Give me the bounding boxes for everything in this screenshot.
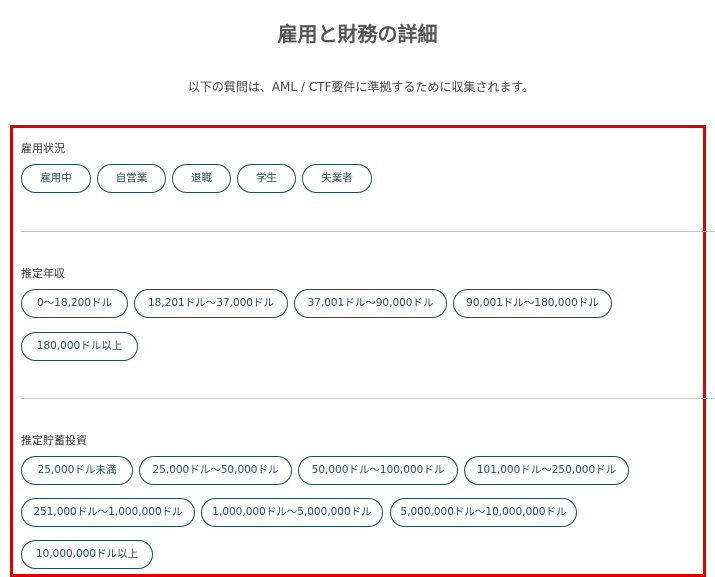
section-divider xyxy=(21,231,715,232)
savings-option-3[interactable]: 50,000ドル～100,000ドル xyxy=(298,456,458,485)
page-subtitle: 以下の質問は、AML / CTF要件に準拠するために収集されます。 xyxy=(187,80,535,94)
savings-option-4[interactable]: 101,000ドル～250,000ドル xyxy=(464,456,629,485)
income-option-5[interactable]: 180,000ドル以上 xyxy=(21,332,138,361)
savings-option-5[interactable]: 251,000ドル～1,000,000ドル xyxy=(21,498,195,527)
employment-option-retired[interactable]: 退職 xyxy=(172,164,231,193)
savings-option-6[interactable]: 1,000,000ドル～5,000,000ドル xyxy=(201,498,383,527)
savings-option-7[interactable]: 5,000,000ドル～10,000,000ドル xyxy=(390,498,577,527)
employment-option-student[interactable]: 学生 xyxy=(237,164,296,193)
income-option-3[interactable]: 37,001ドル～90,000ドル xyxy=(294,289,447,318)
savings-option-1[interactable]: 25,000ドル未満 xyxy=(21,456,133,485)
page-title: 雇用と財務の詳細 xyxy=(277,22,438,46)
savings-option-2[interactable]: 25,000ドル～50,000ドル xyxy=(139,456,292,485)
employment-option-employed[interactable]: 雇用中 xyxy=(21,164,91,193)
employment-option-self-employed[interactable]: 自営業 xyxy=(97,164,166,193)
savings-label: 推定貯蓄投資 xyxy=(21,434,87,447)
savings-option-8[interactable]: 10,000,000ドル以上 xyxy=(21,540,153,569)
income-option-2[interactable]: 18,201ドル～37,000ドル xyxy=(134,289,288,318)
section-divider xyxy=(21,398,715,399)
employment-option-unemployed[interactable]: 失業者 xyxy=(302,164,372,193)
employment-status-label: 雇用状況 xyxy=(21,142,65,155)
annual-income-label: 推定年収 xyxy=(21,267,65,280)
income-option-4[interactable]: 90,001ドル～180,000ドル xyxy=(453,289,612,318)
income-option-1[interactable]: 0～18,200ドル xyxy=(21,289,128,318)
